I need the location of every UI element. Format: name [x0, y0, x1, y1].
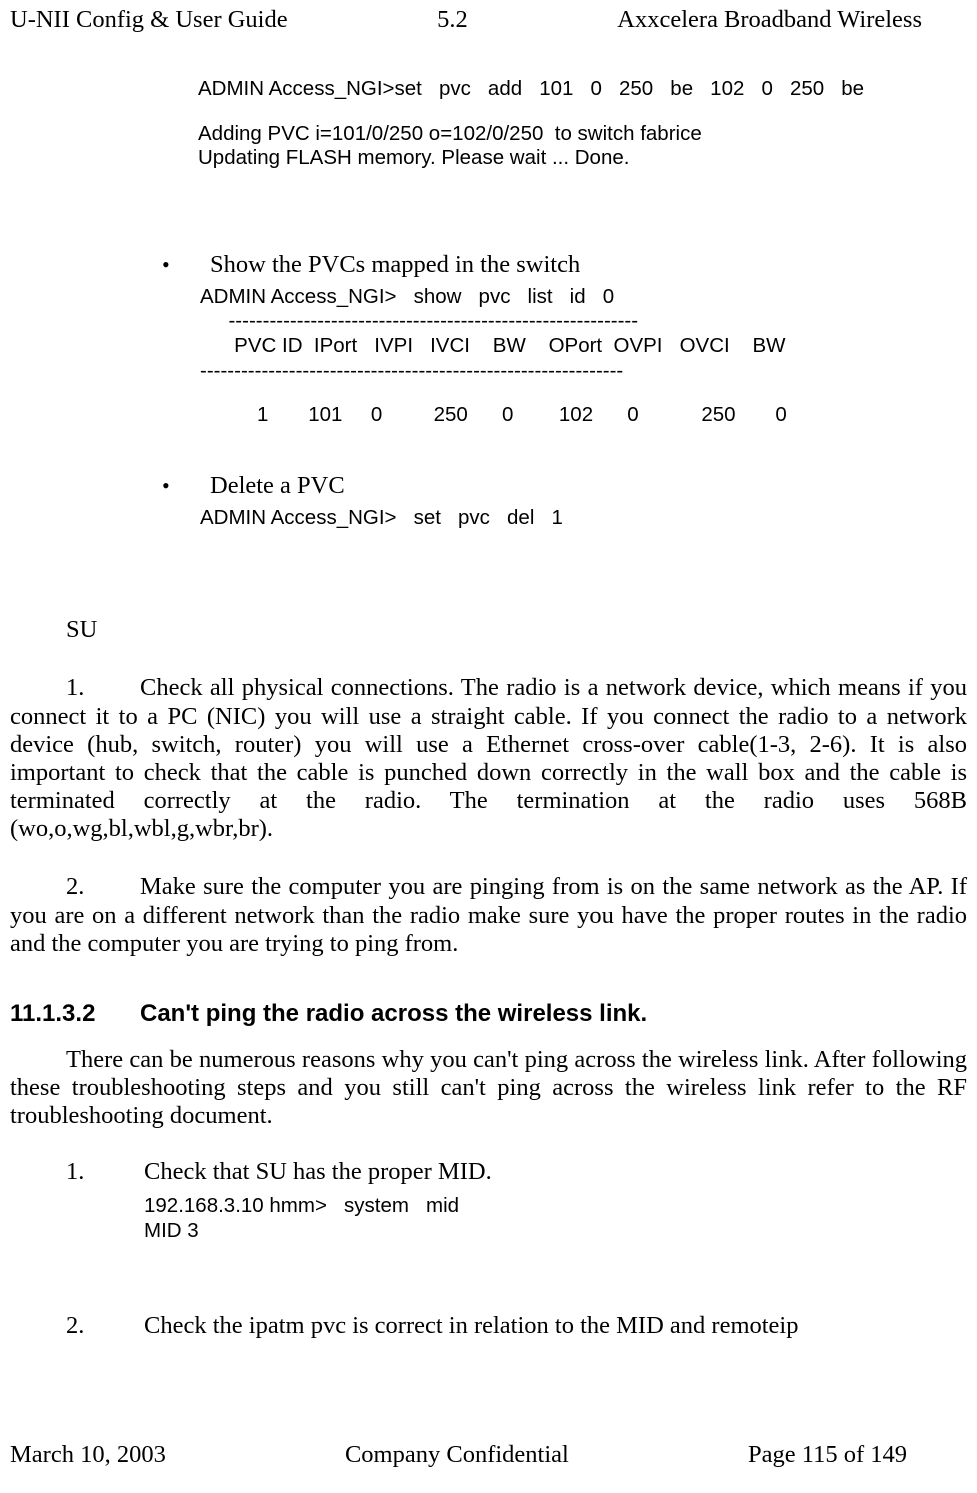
- code-line: ADMIN Access_NGI> show pvc list id 0: [200, 285, 967, 310]
- code-line: MID 3: [144, 1219, 967, 1244]
- code-block-show-pvc: ADMIN Access_NGI> show pvc list id 0 ---…: [200, 285, 967, 428]
- code-line: 1 101 0 250 0 102 0 250 0: [200, 403, 967, 428]
- su-label: SU: [66, 616, 967, 644]
- bullet-icon: •: [162, 472, 210, 500]
- step-number: 1.: [10, 674, 140, 702]
- section-step-2: 2. Check the ipatm pvc is correct in rel…: [10, 1312, 967, 1340]
- footer-left: March 10, 2003: [10, 1441, 166, 1469]
- section-title: Can't ping the radio across the wireless…: [140, 1000, 647, 1027]
- code-block-system-mid: 192.168.3.10 hmm> system mid MID 3: [144, 1194, 967, 1243]
- code-line: PVC ID IPort IVPI IVCI BW OPort OVPI OVC…: [200, 334, 967, 359]
- code-line: ADMIN Access_NGI>set pvc add 101 0 250 b…: [198, 77, 967, 102]
- bullet-text: Show the PVCs mapped in the switch: [210, 251, 580, 279]
- code-block-del-pvc: ADMIN Access_NGI> set pvc del 1: [200, 506, 967, 531]
- code-line: ----------------------------------------…: [200, 359, 967, 384]
- step-number: 2.: [66, 1312, 144, 1340]
- section-paragraph: There can be numerous reasons why you ca…: [10, 1046, 967, 1131]
- code-block-top: ADMIN Access_NGI>set pvc add 101 0 250 b…: [198, 77, 967, 171]
- step-text: Check that SU has the proper MID.: [144, 1158, 492, 1185]
- step-text: Make sure the computer you are pinging f…: [10, 873, 967, 956]
- bullet-icon: •: [162, 251, 210, 279]
- header-right: Axxcelera Broadband Wireless: [617, 6, 922, 34]
- page-footer: March 10, 2003 Company Confidential Page…: [0, 1441, 977, 1469]
- header-center: 5.2: [437, 6, 468, 34]
- page-header: U-NII Config & User Guide 5.2 Axxcelera …: [0, 6, 977, 34]
- step-text: Check all physical connections. The radi…: [10, 674, 967, 842]
- code-line: Updating FLASH memory. Please wait ... D…: [198, 146, 967, 171]
- bullet-item: • Delete a PVC: [162, 472, 967, 500]
- step-number: 1.: [66, 1158, 144, 1186]
- header-left: U-NII Config & User Guide: [10, 6, 288, 34]
- body-step-1: 1.Check all physical connections. The ra…: [10, 674, 967, 843]
- footer-center: Company Confidential: [345, 1441, 569, 1469]
- code-line: 192.168.3.10 hmm> system mid: [144, 1194, 967, 1219]
- section-number: 11.1.3.2: [10, 1000, 140, 1028]
- section-step-1: 1. Check that SU has the proper MID.: [10, 1158, 967, 1186]
- code-line: Adding PVC i=101/0/250 o=102/0/250 to sw…: [198, 122, 967, 147]
- footer-right: Page 115 of 149: [748, 1441, 907, 1469]
- page-content: ADMIN Access_NGI>set pvc add 101 0 250 b…: [10, 55, 967, 1340]
- bullet-item: • Show the PVCs mapped in the switch: [162, 251, 967, 279]
- section-heading: 11.1.3.2Can't ping the radio across the …: [10, 1000, 967, 1028]
- bullet-text: Delete a PVC: [210, 472, 345, 500]
- step-text: Check the ipatm pvc is correct in relati…: [144, 1312, 799, 1339]
- code-line: ----------------------------------------…: [200, 309, 967, 334]
- code-line: ADMIN Access_NGI> set pvc del 1: [200, 506, 967, 531]
- body-step-2: 2.Make sure the computer you are pinging…: [10, 873, 967, 958]
- step-number: 2.: [10, 873, 140, 901]
